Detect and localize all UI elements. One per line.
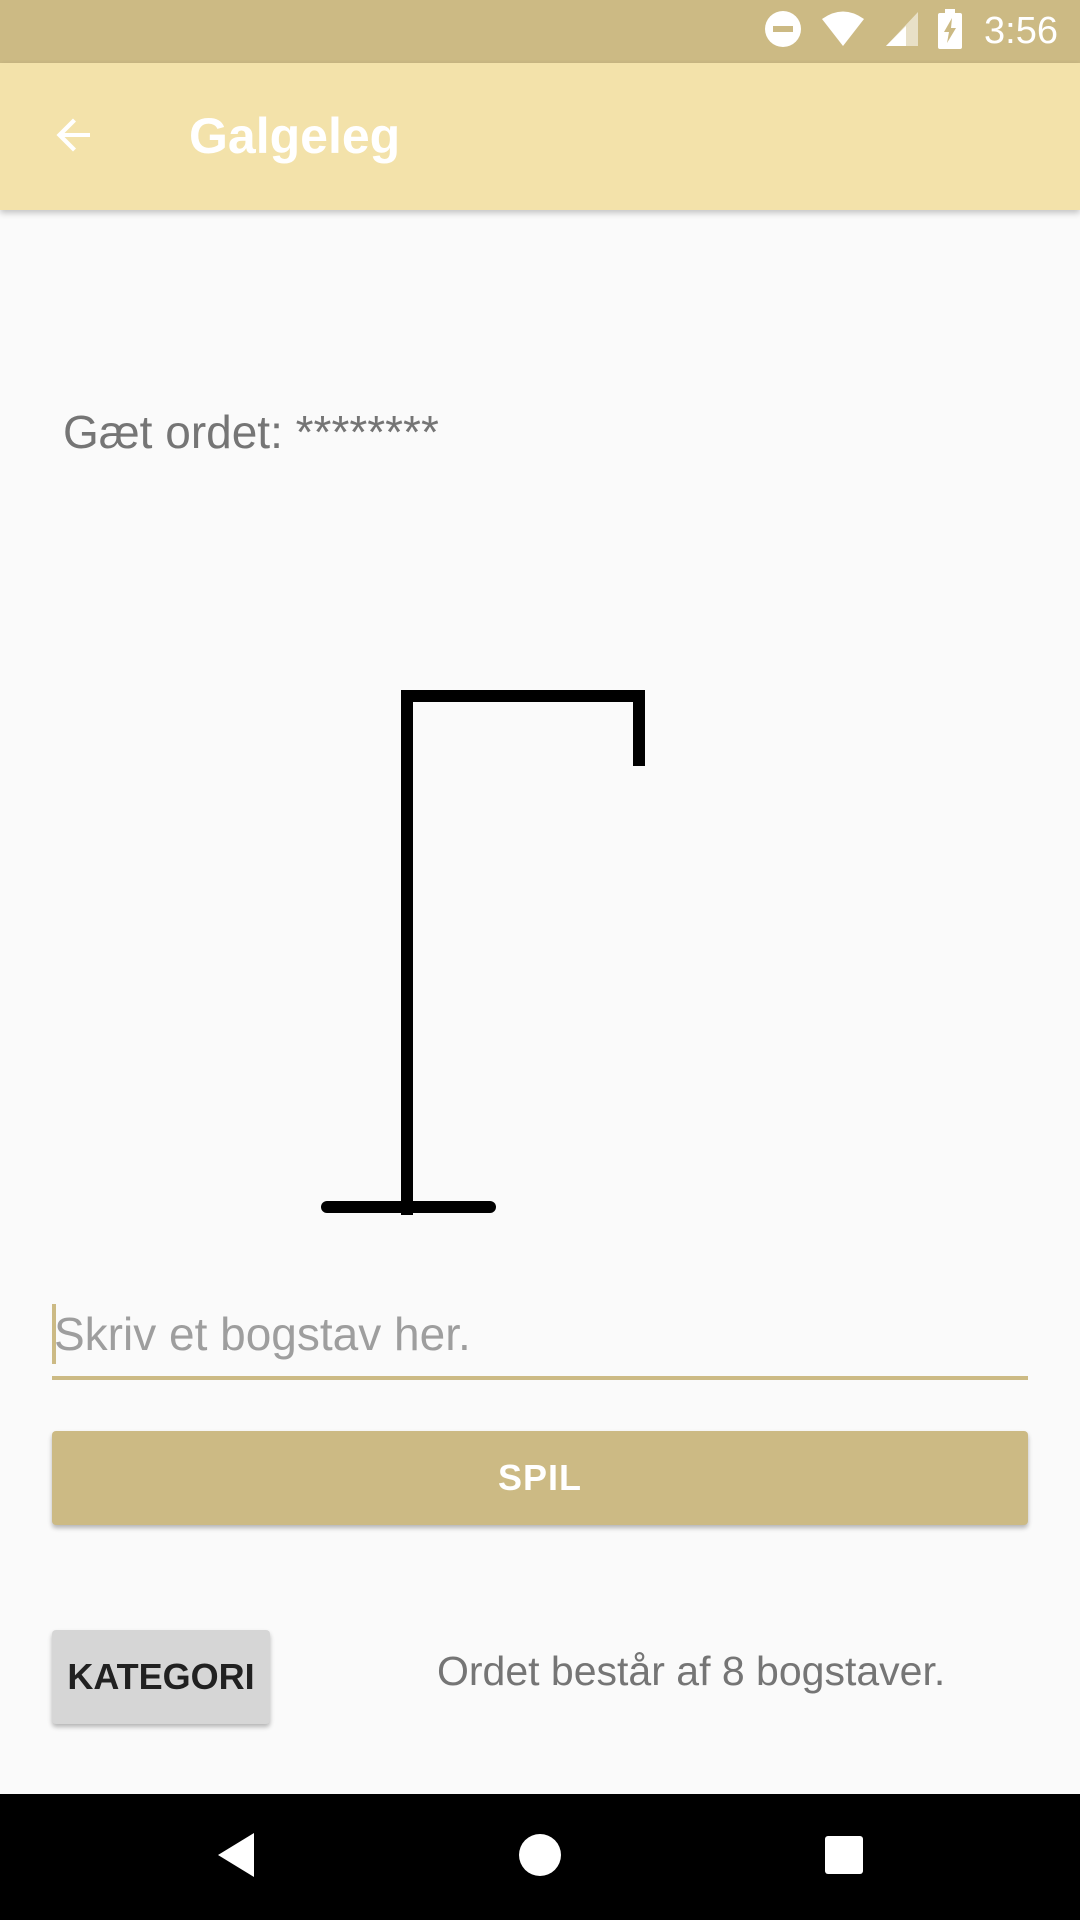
recents-square-icon	[824, 1835, 864, 1880]
wifi-icon	[820, 10, 866, 53]
letter-input[interactable]	[52, 1296, 1028, 1372]
galgeleg-screen: 3:56 Galgeleg Gæt ordet: ******** SPIL K…	[0, 0, 1080, 1920]
do-not-disturb-icon	[764, 10, 802, 53]
letter-input-field[interactable]	[52, 1296, 1028, 1380]
gallows-frame	[401, 690, 645, 1215]
word-length-text: Ordet består af 8 bogstaver.	[437, 1648, 946, 1694]
navigation-bar	[0, 1794, 1080, 1920]
nav-recents-button[interactable]	[774, 1794, 914, 1920]
nav-home-button[interactable]	[470, 1794, 610, 1920]
app-bar: Galgeleg	[0, 63, 1080, 210]
home-circle-icon	[518, 1833, 562, 1882]
status-time: 3:56	[984, 10, 1058, 52]
cell-signal-icon	[884, 10, 920, 53]
status-icons: 3:56	[764, 0, 1058, 63]
back-button[interactable]	[38, 101, 110, 173]
category-button[interactable]: KATEGORI	[52, 1630, 270, 1724]
hangman-image	[300, 680, 660, 1225]
nav-back-button[interactable]	[166, 1794, 306, 1920]
page-title: Galgeleg	[189, 108, 401, 164]
arrow-back-icon	[50, 111, 98, 164]
battery-charging-icon	[938, 9, 963, 54]
guess-word-label: Gæt ordet: ********	[63, 406, 439, 458]
back-triangle-icon	[214, 1831, 258, 1884]
play-button[interactable]: SPIL	[52, 1431, 1028, 1525]
status-bar: 3:56	[0, 0, 1080, 63]
text-cursor	[52, 1304, 56, 1364]
